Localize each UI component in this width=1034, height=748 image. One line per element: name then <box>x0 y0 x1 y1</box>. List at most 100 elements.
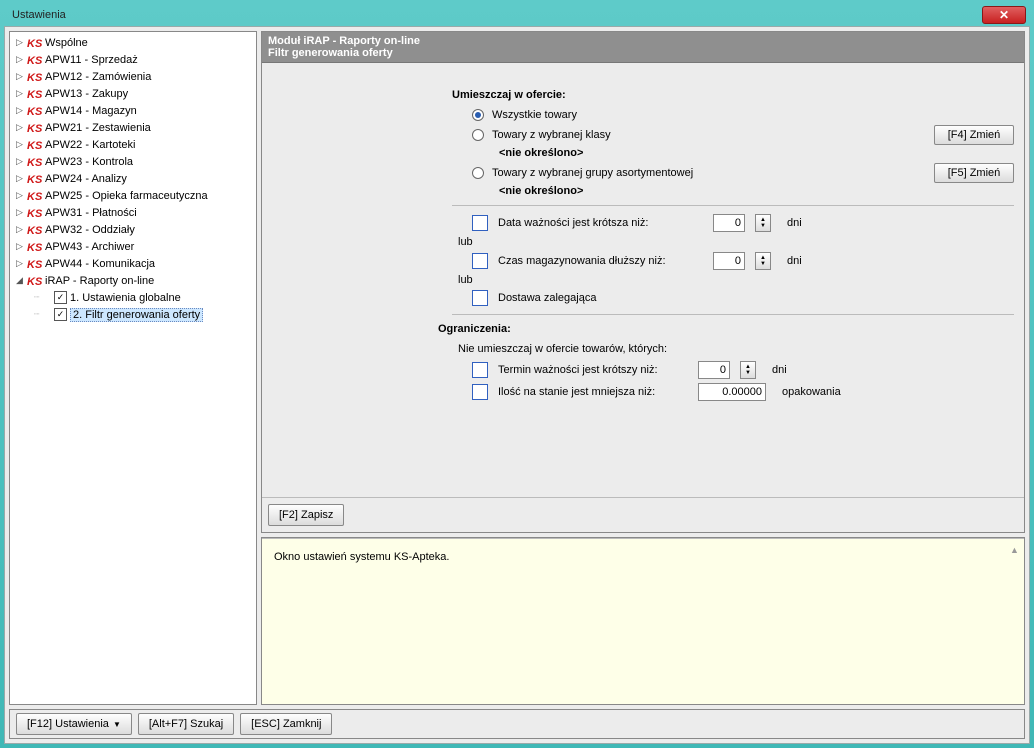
expand-icon[interactable]: ▷ <box>14 156 25 167</box>
radio-label: Towary z wybranej klasy <box>492 129 611 141</box>
tree-item-10[interactable]: ▷KSAPW31 - Płatności <box>10 204 256 221</box>
or-label: lub <box>458 274 1014 286</box>
storage-days-input[interactable] <box>713 252 745 270</box>
checkbox-label: Dostawa zalegająca <box>498 292 703 304</box>
tree-item-label: 2. Filtr generowania oferty <box>70 308 203 322</box>
radio-all-goods[interactable]: Wszystkie towary <box>472 109 1014 121</box>
tree-item-13[interactable]: ▷KSAPW44 - Komunikacja <box>10 255 256 272</box>
tree-item-2[interactable]: ▷KSAPW12 - Zamówienia <box>10 68 256 85</box>
expand-icon[interactable]: ▷ <box>14 88 25 99</box>
scrollbar-up-icon[interactable]: ▲ <box>1010 545 1020 555</box>
tree-item-5[interactable]: ▷KSAPW21 - Zestawienia <box>10 119 256 136</box>
tree-item-label: APW25 - Opieka farmaceutyczna <box>45 190 208 202</box>
radio-label: Wszystkie towary <box>492 109 577 121</box>
unit-label: dni <box>772 364 787 376</box>
change-class-button[interactable]: [F4] Zmień <box>934 125 1014 145</box>
expand-icon[interactable]: ▷ <box>14 207 25 218</box>
tree-item-8[interactable]: ▷KSAPW24 - Analizy <box>10 170 256 187</box>
nav-tree[interactable]: ▷KSWspólne▷KSAPW11 - Sprzedaż▷KSAPW12 - … <box>9 31 257 705</box>
checkbox-label: Ilość na stanie jest mniejsza niż: <box>498 386 688 398</box>
tree-item-12[interactable]: ▷KSAPW43 - Archiwer <box>10 238 256 255</box>
expand-icon[interactable]: ▷ <box>14 241 25 252</box>
info-pane: Okno ustawień systemu KS-Apteka. ▲ <box>261 537 1025 705</box>
or-label: lub <box>458 236 1014 248</box>
checkbox-limit-stock[interactable] <box>472 384 488 400</box>
tree-item-label: Wspólne <box>45 37 88 49</box>
expand-icon[interactable]: ▷ <box>14 54 25 65</box>
checkbox-limit-expiry[interactable] <box>472 362 488 378</box>
section-title-offer: Umieszczaj w ofercie: <box>452 89 1014 101</box>
pane-header-line2: Filtr generowania oferty <box>268 47 1018 59</box>
checkbox-overdue-delivery[interactable] <box>472 290 488 306</box>
expand-icon[interactable]: ▷ <box>14 37 25 48</box>
tree-item-label: APW31 - Płatności <box>45 207 137 219</box>
radio-icon[interactable] <box>472 129 484 141</box>
ks-icon: KS <box>27 36 43 50</box>
checkbox-expiry-shorter[interactable] <box>472 215 488 231</box>
tree-item-label: APW11 - Sprzedaż <box>45 54 138 66</box>
tree-item-1[interactable]: ▷KSAPW11 - Sprzedaż <box>10 51 256 68</box>
tree-item-7[interactable]: ▷KSAPW23 - Kontrola <box>10 153 256 170</box>
checkbox-label: Termin ważności jest krótszy niż: <box>498 364 688 376</box>
tree-item-irap[interactable]: ◢ KS iRAP - Raporty on-line <box>10 272 256 289</box>
check-icon: ✓ <box>54 308 67 321</box>
radio-icon[interactable] <box>472 167 484 179</box>
pane-header: Moduł iRAP - Raporty on-line Filtr gener… <box>262 32 1024 63</box>
tree-item-label: APW43 - Archiwer <box>45 241 134 253</box>
svg-text:KS: KS <box>27 225 43 236</box>
tree-child-2[interactable]: ┈ ✓ 2. Filtr generowania oferty <box>10 306 256 323</box>
svg-text:KS: KS <box>27 55 43 66</box>
search-button[interactable]: [Alt+F7] Szukaj <box>138 713 234 735</box>
svg-text:KS: KS <box>27 89 43 100</box>
expand-icon[interactable]: ▷ <box>14 258 25 269</box>
tree-item-label: APW32 - Oddziały <box>45 224 135 236</box>
tree-item-0[interactable]: ▷KSWspólne <box>10 34 256 51</box>
ks-icon: KS <box>27 70 43 84</box>
svg-text:KS: KS <box>27 38 43 49</box>
spinner-icon[interactable]: ▲▼ <box>755 214 771 232</box>
tree-item-11[interactable]: ▷KSAPW32 - Oddziały <box>10 221 256 238</box>
tree-item-label: APW24 - Analizy <box>45 173 127 185</box>
radio-label: Towary z wybranej grupy asortymentowej <box>492 167 693 179</box>
tree-item-4[interactable]: ▷KSAPW14 - Magazyn <box>10 102 256 119</box>
checkbox-storage-longer[interactable] <box>472 253 488 269</box>
tree-item-6[interactable]: ▷KSAPW22 - Kartoteki <box>10 136 256 153</box>
expiry-days-input[interactable] <box>713 214 745 232</box>
close-bottom-button[interactable]: [ESC] Zamknij <box>240 713 332 735</box>
save-button[interactable]: [F2] Zapisz <box>268 504 344 526</box>
expand-icon[interactable]: ▷ <box>14 139 25 150</box>
limit-expiry-input[interactable] <box>698 361 730 379</box>
change-group-button[interactable]: [F5] Zmień <box>934 163 1014 183</box>
tree-child-1[interactable]: ┈ ✓ 1. Ustawienia globalne <box>10 289 256 306</box>
ks-icon: KS <box>27 206 43 220</box>
svg-text:KS: KS <box>27 242 43 253</box>
check-icon: ✓ <box>54 291 67 304</box>
form-pane: Moduł iRAP - Raporty on-line Filtr gener… <box>261 31 1025 533</box>
svg-text:KS: KS <box>27 259 43 270</box>
svg-text:KS: KS <box>27 208 43 219</box>
expand-icon[interactable]: ▷ <box>14 122 25 133</box>
expand-icon[interactable]: ▷ <box>14 224 25 235</box>
limit-stock-input[interactable] <box>698 383 766 401</box>
spinner-icon[interactable]: ▲▼ <box>755 252 771 270</box>
settings-button[interactable]: [F12] Ustawienia▼ <box>16 713 132 735</box>
tree-line-icon: ┈ <box>34 309 54 320</box>
tree-item-label: iRAP - Raporty on-line <box>45 275 154 287</box>
divider <box>452 205 1014 206</box>
checkbox-label: Czas magazynowania dłuższy niż: <box>498 255 703 267</box>
ks-icon: KS <box>27 138 43 152</box>
tree-item-3[interactable]: ▷KSAPW13 - Zakupy <box>10 85 256 102</box>
divider <box>452 314 1014 315</box>
tree-item-9[interactable]: ▷KSAPW25 - Opieka farmaceutyczna <box>10 187 256 204</box>
tree-line-icon: ┈ <box>34 292 54 303</box>
expand-icon[interactable]: ▷ <box>14 105 25 116</box>
expand-icon[interactable]: ▷ <box>14 71 25 82</box>
collapse-icon[interactable]: ◢ <box>14 275 25 286</box>
ks-icon: KS <box>27 104 43 118</box>
expand-icon[interactable]: ▷ <box>14 173 25 184</box>
spinner-icon[interactable]: ▲▼ <box>740 361 756 379</box>
ks-icon: KS <box>27 274 43 288</box>
expand-icon[interactable]: ▷ <box>14 190 25 201</box>
close-button[interactable]: ✕ <box>982 6 1026 24</box>
ks-icon: KS <box>27 155 43 169</box>
